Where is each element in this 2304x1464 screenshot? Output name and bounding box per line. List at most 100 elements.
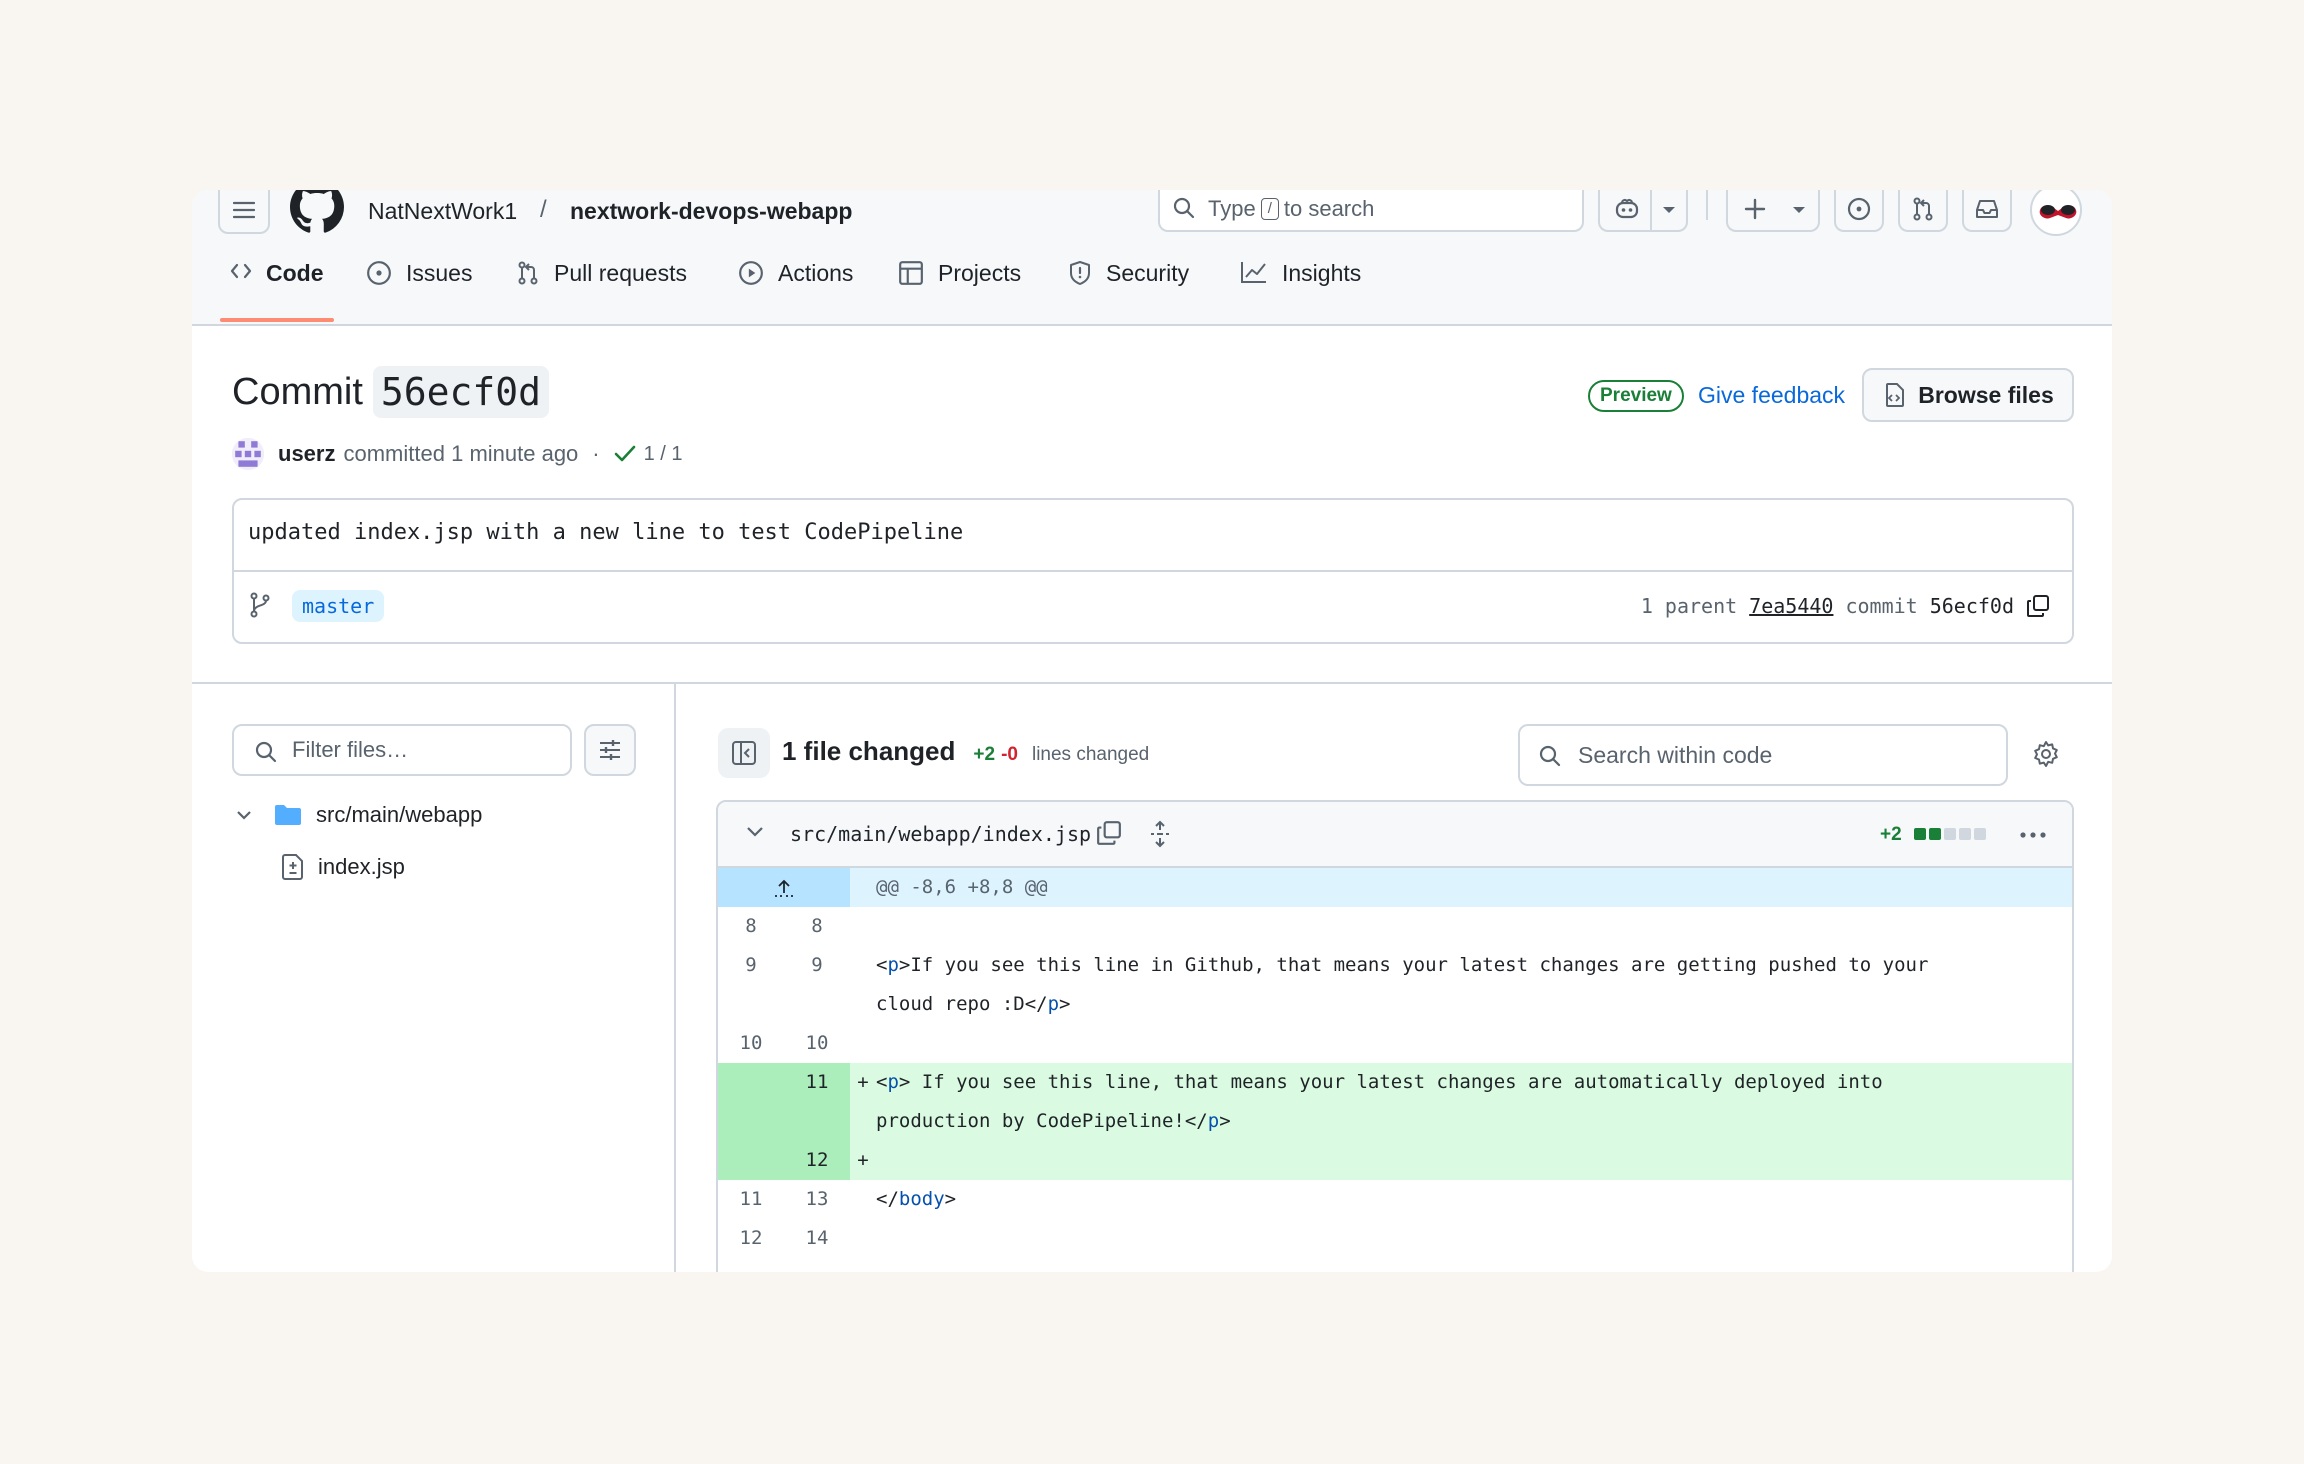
tab-pull-requests[interactable]: Pull requests <box>516 260 687 324</box>
browse-files-button[interactable]: Browse files <box>1862 368 2074 422</box>
old-line-number[interactable] <box>718 1063 784 1141</box>
global-search[interactable]: Type / to search <box>1158 190 1584 232</box>
sliders-icon <box>600 740 620 760</box>
additions-count: +2 <box>973 744 996 765</box>
gear-icon[interactable] <box>2032 740 2060 768</box>
old-line-number[interactable] <box>718 1141 784 1180</box>
check-icon[interactable] <box>614 445 636 463</box>
new-line-number[interactable]: 13 <box>784 1180 850 1219</box>
tree-file[interactable]: index.jsp <box>282 854 405 880</box>
tab-label: Pull requests <box>554 260 687 286</box>
new-line-number[interactable]: 9 <box>784 946 850 1024</box>
author-name[interactable]: userz <box>278 441 335 467</box>
search-icon <box>255 741 277 763</box>
fold-up-icon <box>775 879 793 897</box>
new-line-number[interactable]: 14 <box>784 1219 850 1258</box>
diff-summary: 1 file changed +2 -0 lines changed <box>782 736 1149 767</box>
author-avatar[interactable] <box>232 438 264 470</box>
play-icon <box>738 260 764 292</box>
old-line-number[interactable]: 10 <box>718 1024 784 1063</box>
github-logo-icon[interactable] <box>290 190 344 234</box>
filter-files-input[interactable]: Filter files… <box>232 724 572 776</box>
deletions-count: -0 <box>1001 744 1018 765</box>
tree-folder[interactable]: src/main/webapp <box>232 802 482 828</box>
tab-code[interactable]: Code <box>230 260 324 324</box>
old-line-number[interactable]: 9 <box>718 946 784 1024</box>
diff-sign <box>850 1180 876 1219</box>
diff-sign <box>850 1219 876 1258</box>
code-line: <p> If you see this line, that means you… <box>876 1071 1883 1132</box>
copilot-button[interactable] <box>1598 190 1688 232</box>
expand-up-button[interactable] <box>718 868 850 907</box>
diff-sign: + <box>850 1063 876 1141</box>
commit-message-box: updated index.jsp with a new line to tes… <box>232 498 2074 644</box>
diff-sign <box>850 946 876 1024</box>
tab-insights[interactable]: Insights <box>1240 260 1361 324</box>
new-line-number[interactable]: 8 <box>784 907 850 946</box>
parent-sha-link[interactable]: 7ea5440 <box>1749 594 1833 618</box>
file-diff: src/main/webapp/index.jsp +2 @@ -8,6 +8,… <box>716 800 2074 1272</box>
chevron-down-icon <box>237 811 251 820</box>
tab-security[interactable]: Security <box>1068 260 1189 324</box>
user-avatar[interactable] <box>2030 190 2082 236</box>
repo-name-link[interactable]: nextwork-devops-webapp <box>570 198 852 225</box>
diff-sign <box>850 907 876 946</box>
old-line-number[interactable]: 8 <box>718 907 784 946</box>
branch-label[interactable]: master <box>292 590 385 622</box>
issue-opened-icon <box>1847 197 1871 221</box>
filter-placeholder: Filter files… <box>292 737 409 762</box>
separator-dot: · <box>592 441 600 466</box>
tab-projects[interactable]: Projects <box>898 260 1021 324</box>
copy-icon[interactable] <box>1096 820 1122 846</box>
toggle-file-tree-button[interactable] <box>718 728 770 778</box>
plus-icon <box>1744 198 1766 220</box>
diff-sign: + <box>850 1141 876 1180</box>
create-new-button[interactable] <box>1726 190 1820 232</box>
active-tab-underline <box>220 318 334 322</box>
new-line-number[interactable]: 11 <box>784 1063 850 1141</box>
new-line-number[interactable]: 10 <box>784 1024 850 1063</box>
diff-file-header: src/main/webapp/index.jsp +2 <box>718 802 2072 868</box>
diff-stat-bars <box>1914 828 1989 840</box>
diff-file-path[interactable]: src/main/webapp/index.jsp <box>790 822 1091 846</box>
tab-actions[interactable]: Actions <box>738 260 853 324</box>
sidebar-collapse-icon <box>732 741 756 765</box>
parent-label: 1 parent <box>1640 594 1738 618</box>
repo-owner-link[interactable]: NatNextWork1 <box>368 198 517 225</box>
commit-parents: 1 parent 7ea5440 commit 56ecf0d <box>1641 594 2050 618</box>
git-branch-icon <box>250 592 270 618</box>
preview-badge: Preview <box>1588 380 1684 412</box>
commit-sha: 56ecf0d <box>1929 594 2014 618</box>
unfold-icon[interactable] <box>1148 820 1172 848</box>
tab-label: Issues <box>406 260 473 286</box>
old-line-number[interactable]: 11 <box>718 1180 784 1219</box>
inbox-button[interactable] <box>1962 190 2012 232</box>
diff-sign <box>850 1024 876 1063</box>
checks-count[interactable]: 1 / 1 <box>644 443 683 466</box>
chevron-down-icon[interactable] <box>746 826 764 838</box>
pull-requests-button[interactable] <box>1898 190 1948 232</box>
old-line-number[interactable]: 12 <box>718 1219 784 1258</box>
tab-label: Insights <box>1282 260 1362 286</box>
give-feedback-link[interactable]: Give feedback <box>1698 382 1845 409</box>
tab-issues[interactable]: Issues <box>366 260 472 324</box>
folder-icon <box>275 805 301 825</box>
search-icon <box>1539 745 1561 767</box>
copy-icon[interactable] <box>2026 594 2050 618</box>
commit-sha-title: 56ecf0d <box>372 366 550 418</box>
search-within-code-input[interactable]: Search within code <box>1518 724 2008 786</box>
menu-button[interactable] <box>218 190 270 234</box>
table-icon <box>898 260 924 292</box>
pull-request-icon <box>516 260 540 292</box>
commit-label: commit <box>1845 594 1918 618</box>
diff-line-context: 12 14 <box>718 1219 2072 1258</box>
diff-line-context: 9 9 <p>If you see this line in Github, tha… <box>718 946 2072 1024</box>
inbox-icon <box>1976 200 1998 218</box>
new-line-number[interactable]: 12 <box>784 1141 850 1180</box>
filter-options-button[interactable] <box>584 724 636 776</box>
kebab-horizontal-icon[interactable] <box>2018 820 2048 850</box>
copilot-icon <box>1615 198 1639 219</box>
issues-button[interactable] <box>1834 190 1884 232</box>
search-icon <box>1173 197 1195 219</box>
